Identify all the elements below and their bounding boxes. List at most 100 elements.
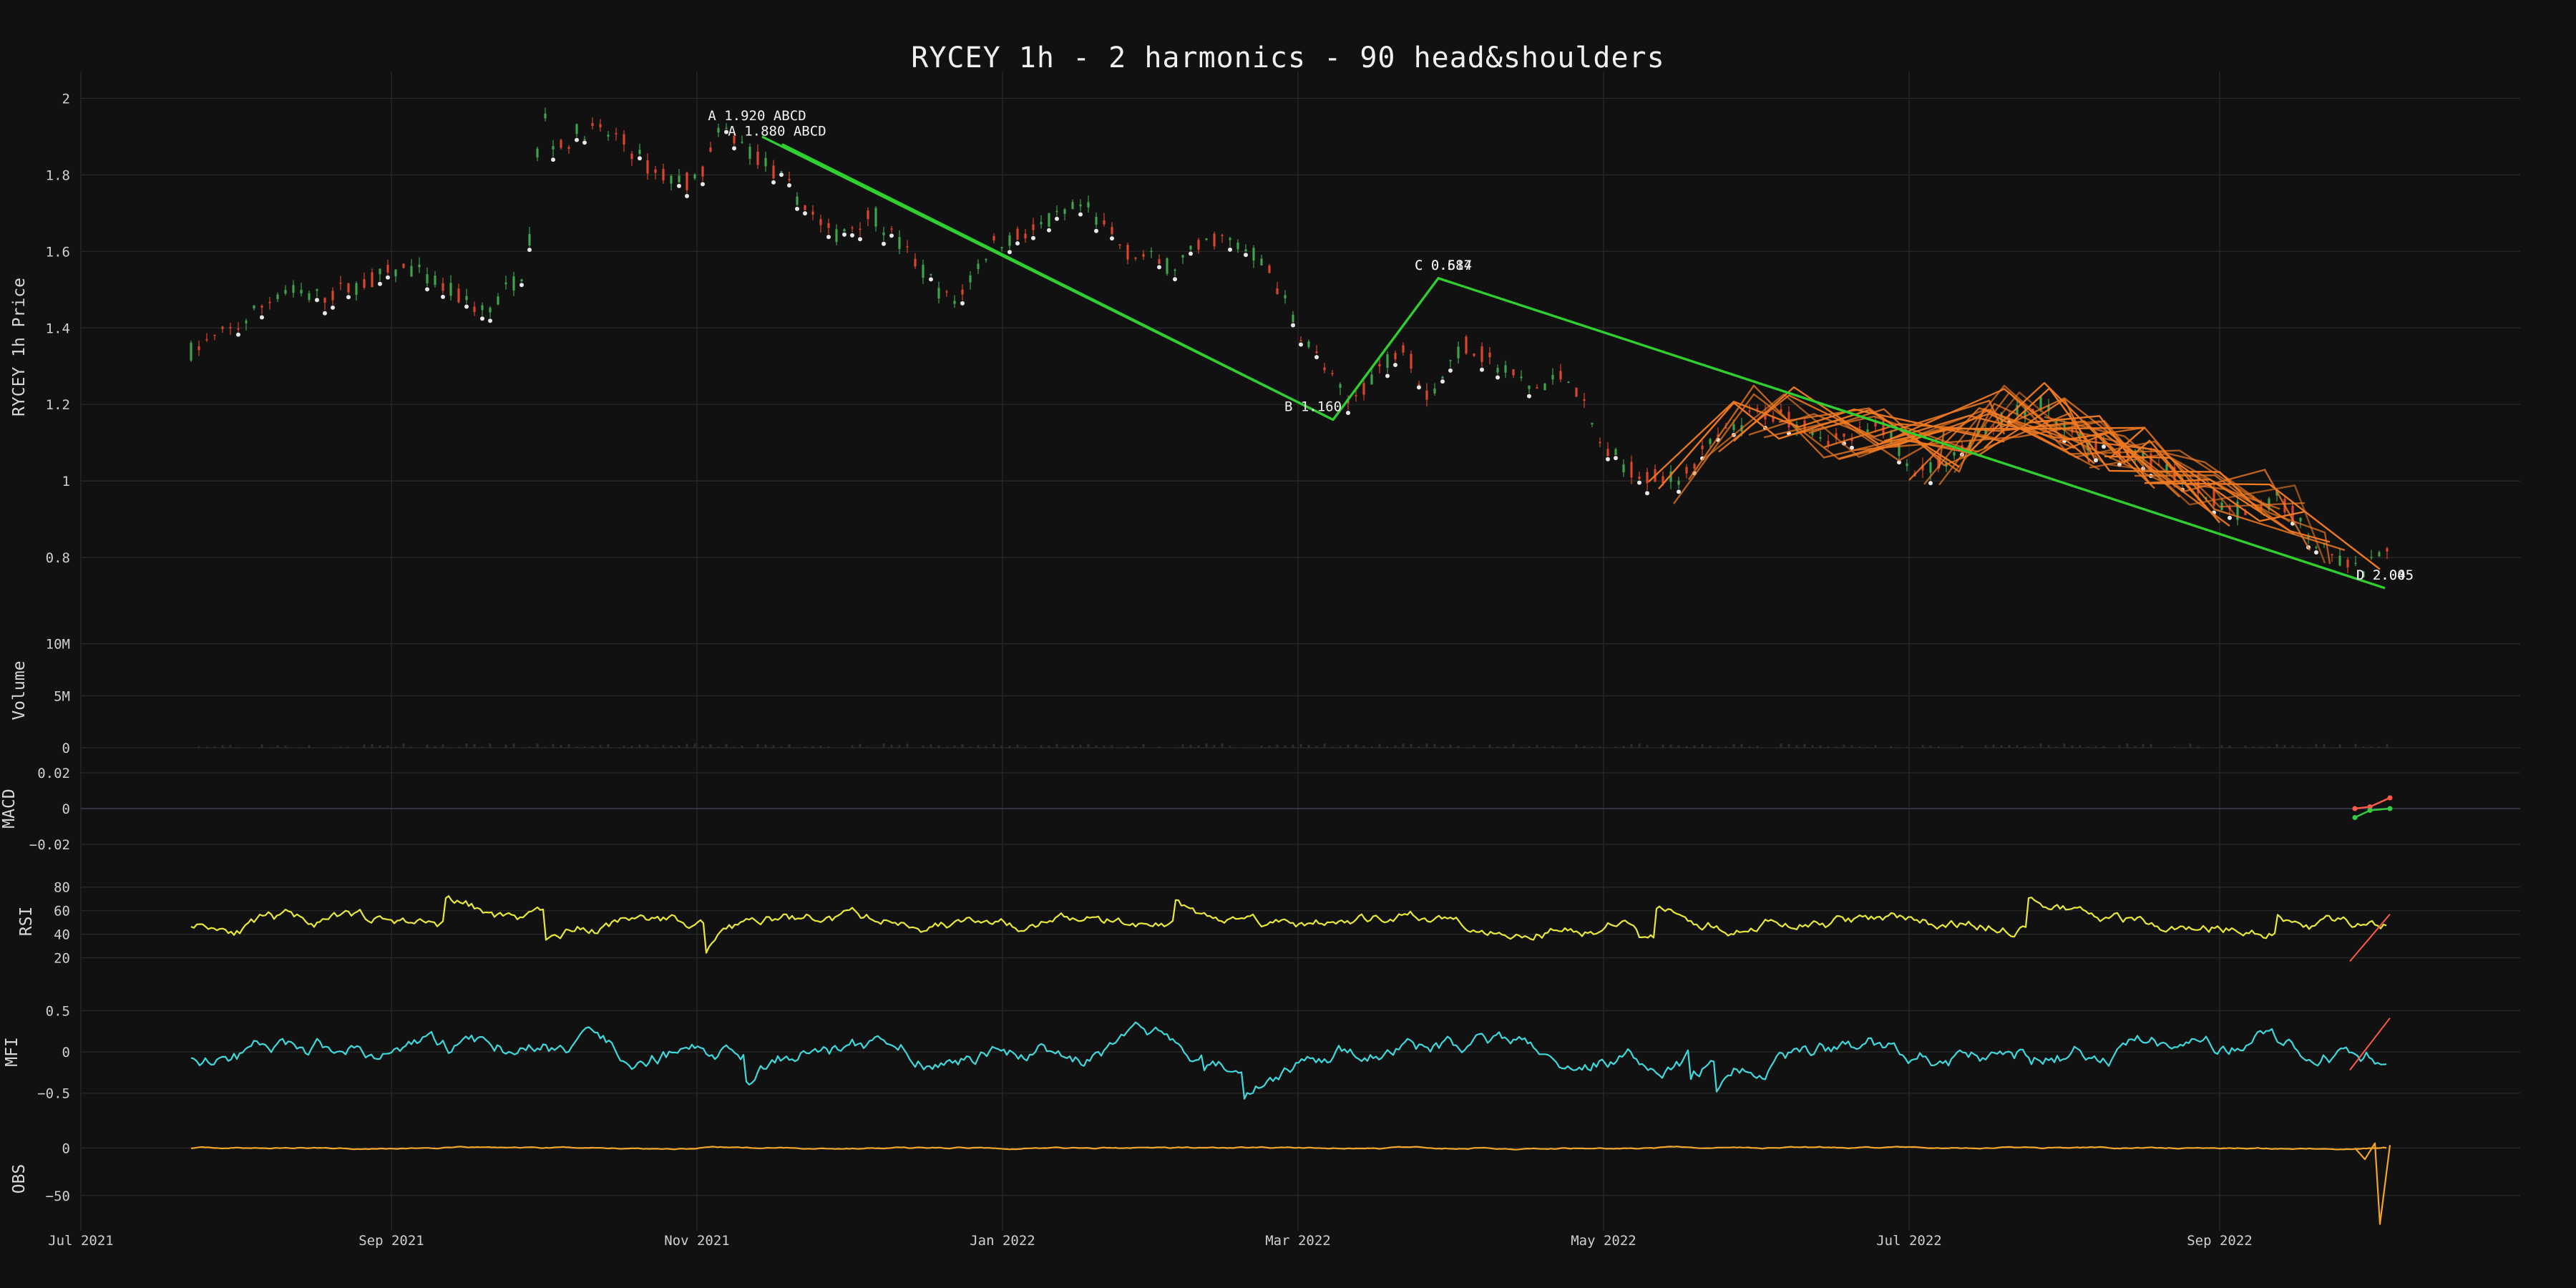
volume-bar (1331, 746, 1334, 748)
candle-body (670, 175, 673, 184)
candle-body (977, 263, 980, 270)
volume-bar (1882, 747, 1885, 748)
pivot-point (803, 211, 807, 216)
candle-body (552, 146, 555, 150)
volume-bar (1118, 747, 1121, 748)
volume-bar (788, 744, 791, 748)
volume-bar (1126, 746, 1129, 748)
volume-bar (780, 746, 783, 748)
volume-bar (473, 743, 476, 748)
pivot-point (464, 304, 469, 309)
volume-bar (1858, 746, 1861, 748)
volume-bar (2331, 746, 2333, 748)
volume-bar (890, 745, 893, 748)
candle-body (1063, 209, 1066, 214)
volume-bar (237, 747, 240, 748)
y-tick-label: 1.2 (46, 397, 70, 413)
candle-body (1315, 351, 1318, 353)
volume-bar (741, 745, 743, 748)
candle-body (859, 228, 862, 230)
candle-body (1929, 462, 1932, 473)
volume-bar (1024, 746, 1027, 748)
volume-bar (544, 746, 547, 748)
volume-bar (1284, 745, 1287, 748)
y-tick-label: 0.5 (46, 1003, 70, 1019)
candle-body (402, 263, 405, 268)
volume-bar (221, 745, 224, 748)
volume-bar (560, 745, 562, 748)
pivot-point (480, 316, 484, 321)
candle-body (331, 291, 334, 301)
candle-body (898, 237, 901, 249)
pivot-point (1440, 379, 1445, 384)
volume-bar (1418, 746, 1420, 748)
volume-bar (1370, 746, 1373, 748)
candle-body (922, 264, 924, 278)
volume-bar (1386, 746, 1389, 748)
y-tick-label: 0.8 (46, 550, 70, 566)
pivot-point (1055, 216, 1059, 221)
candle-body (804, 205, 806, 210)
volume-bar (2197, 746, 2200, 748)
volume-bar (1630, 744, 1633, 748)
candle-body (1622, 464, 1625, 473)
volume-bar (1111, 745, 1113, 748)
volume-bar (1536, 745, 1538, 748)
volume-bar (1362, 746, 1365, 748)
pivot-point (1637, 480, 1641, 485)
volume-bar (662, 744, 665, 748)
candle-body (1748, 410, 1751, 412)
candle-body (654, 169, 657, 173)
volume-bar (898, 744, 901, 748)
candle-body (1181, 255, 1184, 258)
volume-bar (567, 744, 570, 748)
candle-body (1370, 374, 1373, 385)
pattern-annotation: A 1.880 ABCD (728, 124, 826, 140)
candle-body (1614, 449, 1617, 456)
pivot-point (1496, 375, 1500, 380)
volume-bar (701, 746, 704, 748)
candle-body (2338, 555, 2341, 566)
volume-bar (1772, 747, 1775, 748)
volume-bar (1402, 743, 1405, 748)
candle-body (1386, 354, 1389, 368)
volume-bar (1260, 746, 1263, 748)
macd-point (2387, 795, 2393, 801)
volume-bar (2079, 745, 2082, 748)
volume-bar (1339, 746, 1342, 748)
candle-body (197, 346, 200, 351)
candle-body (1599, 441, 1601, 444)
volume-bar (819, 746, 822, 748)
volume-bar (1843, 744, 1845, 748)
volume-bar (1921, 745, 1924, 748)
y-tick-label: 0 (62, 741, 70, 756)
volume-bar (1583, 746, 1586, 748)
volume-bar (1795, 745, 1798, 748)
volume-bar (426, 744, 429, 748)
volume-bar (1559, 746, 1562, 748)
candle-body (1087, 202, 1090, 208)
volume-bar (489, 743, 492, 748)
candle-body (1048, 213, 1050, 227)
pivot-point (1346, 410, 1350, 415)
candle-body (1480, 346, 1483, 362)
volume-bar (977, 745, 980, 748)
candle-body (1402, 345, 1405, 353)
volume-bar (1174, 747, 1176, 748)
volume-bar (1787, 743, 1790, 748)
volume-bar (859, 743, 862, 748)
candle-body (1858, 426, 1861, 429)
candle-body (1433, 388, 1436, 394)
candle-body (811, 211, 814, 215)
volume-bar (1717, 746, 1719, 748)
volume-bar (2008, 744, 2011, 748)
volume-bar (1724, 746, 1727, 748)
obs-line (190, 1146, 2387, 1151)
volume-bar (1433, 743, 1436, 748)
candle-body (906, 246, 909, 248)
candle-body (1103, 220, 1106, 225)
volume-bar (2102, 746, 2105, 748)
pivot-point (1928, 481, 1933, 486)
volume-bar (2362, 746, 2365, 748)
x-tick-label: Jul 2022 (1876, 1233, 1942, 1249)
